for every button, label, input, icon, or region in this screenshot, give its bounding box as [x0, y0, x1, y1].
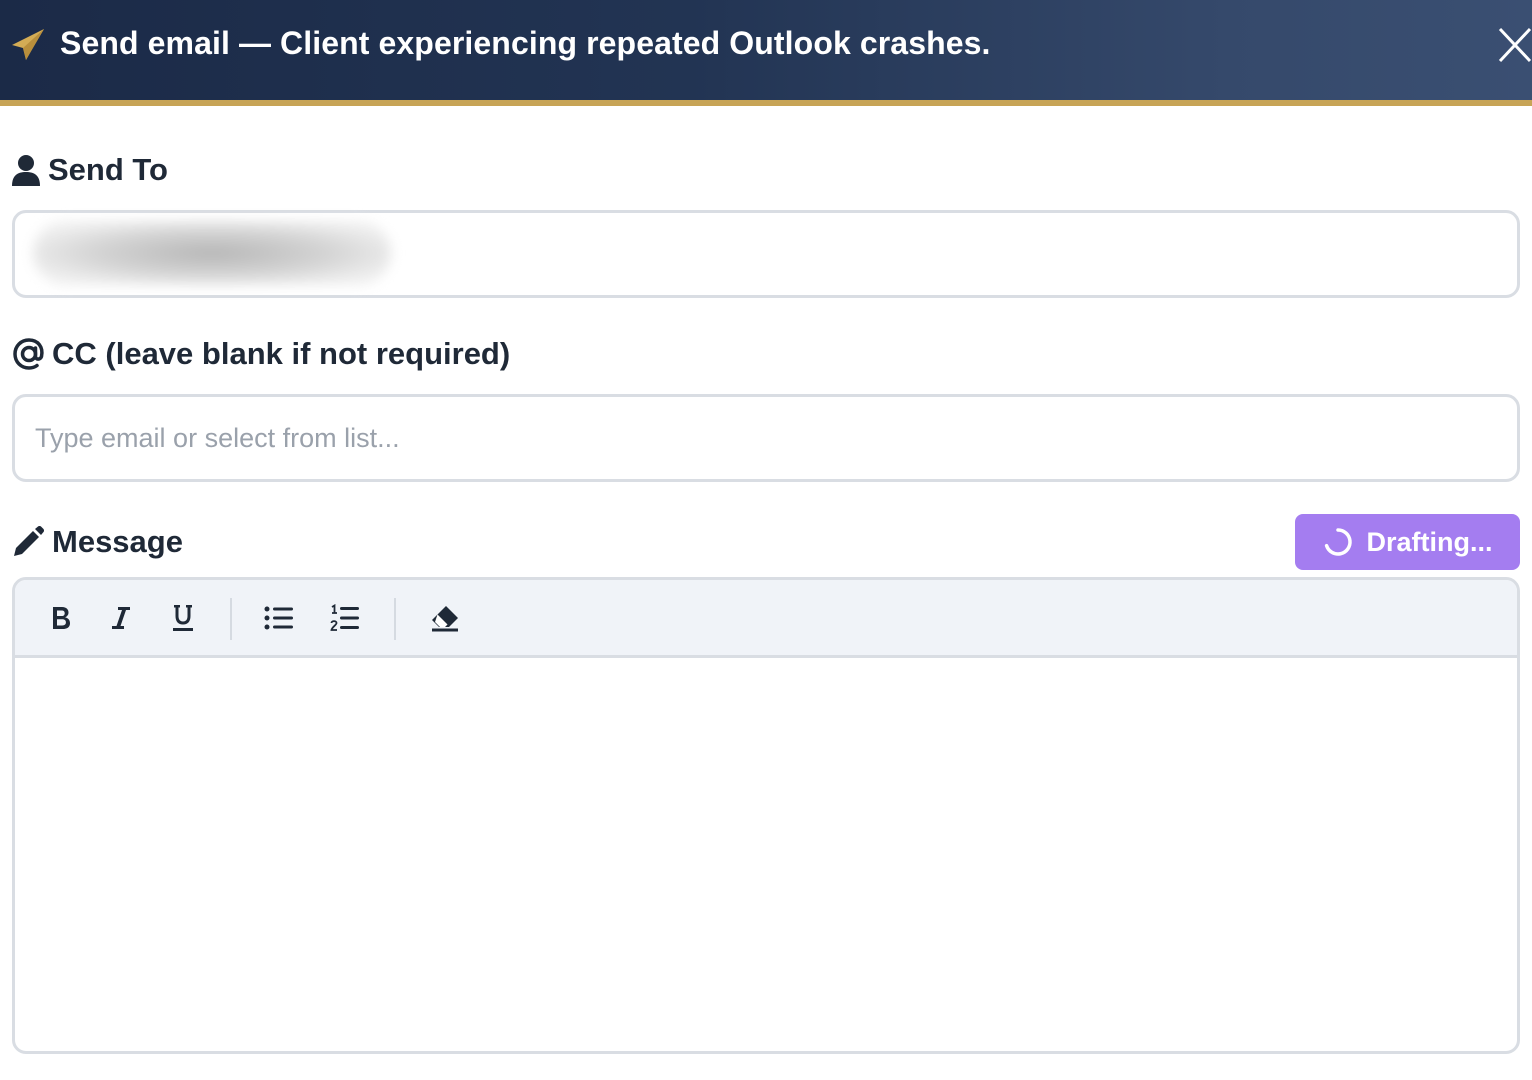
send-to-label: Send To [12, 152, 168, 188]
bold-icon[interactable] [41, 598, 81, 638]
underline-icon[interactable] [163, 598, 203, 638]
modal-header: Send email — Client experiencing repeate… [0, 0, 1532, 106]
cc-label: CC (leave blank if not required) [12, 336, 510, 372]
italic-icon[interactable] [101, 598, 141, 638]
message-body[interactable] [15, 658, 1517, 1051]
editor-toolbar [15, 580, 1517, 658]
send-to-field[interactable] [12, 210, 1520, 298]
close-icon[interactable] [1494, 24, 1532, 66]
drafting-button-label: Drafting... [1366, 526, 1493, 557]
message-editor [12, 577, 1520, 1054]
recipient-chip[interactable] [33, 221, 391, 285]
numbered-list-icon[interactable] [325, 598, 365, 638]
eraser-icon[interactable] [425, 598, 465, 638]
cc-input[interactable] [15, 397, 1517, 479]
bullet-list-icon[interactable] [259, 598, 299, 638]
user-icon [12, 154, 40, 186]
spinner-icon [1323, 527, 1353, 557]
drafting-button[interactable]: Drafting... [1295, 514, 1520, 570]
pencil-icon [12, 526, 44, 558]
toolbar-divider [394, 598, 396, 640]
toolbar-divider [230, 598, 232, 640]
at-icon [12, 337, 46, 371]
send-to-label-text: Send To [48, 152, 168, 187]
paper-plane-icon [12, 29, 44, 60]
message-label-text: Message [52, 524, 183, 559]
modal-title: Send email — Client experiencing repeate… [60, 25, 991, 61]
cc-label-text: CC (leave blank if not required) [52, 336, 511, 371]
message-label: Message [12, 524, 183, 560]
cc-field[interactable] [12, 394, 1520, 482]
